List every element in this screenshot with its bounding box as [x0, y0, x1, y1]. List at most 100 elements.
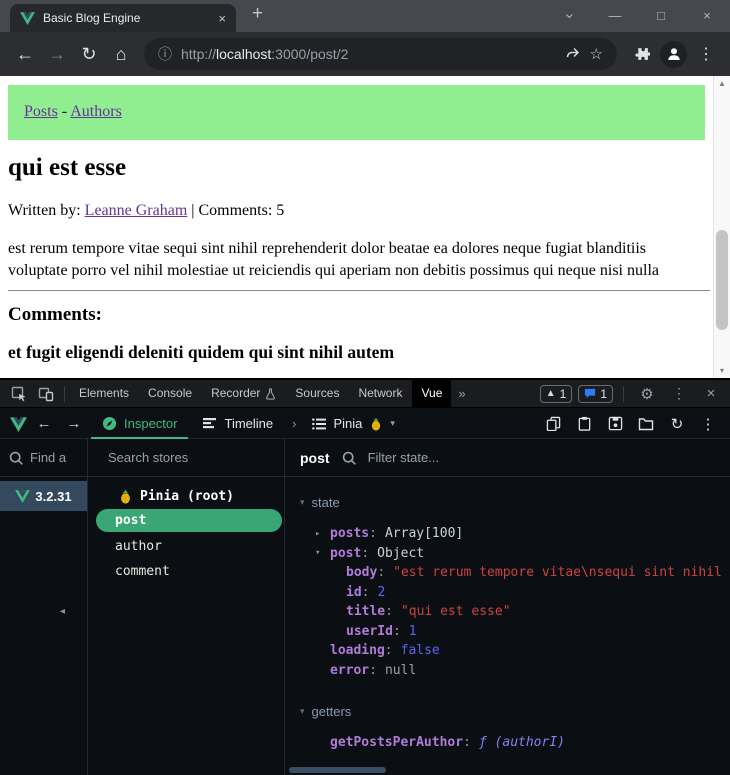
recorder-label: Recorder — [211, 380, 260, 407]
collapse-sidebar-icon[interactable]: ◂ — [60, 606, 65, 617]
plugin-picker-pinia[interactable]: Pinia ▾ — [304, 416, 402, 431]
reload-button[interactable]: ↻ — [74, 39, 104, 69]
refresh-icon[interactable]: ↻ — [665, 415, 689, 433]
store-item-author[interactable]: author — [88, 537, 284, 557]
device-toolbar-icon[interactable] — [33, 386, 59, 402]
forward-button[interactable]: → — [42, 39, 72, 69]
new-tab-button[interactable]: + — [252, 3, 263, 25]
vue-tab-inspector[interactable]: Inspector — [91, 409, 188, 439]
store-item-post-selected[interactable]: post — [96, 509, 282, 532]
caret-right-icon[interactable]: ▸ — [315, 529, 330, 539]
vue-menu-kebab-icon[interactable]: ⋮ — [696, 415, 720, 433]
devtools-close-icon[interactable]: × — [698, 385, 724, 402]
browser-tab[interactable]: Basic Blog Engine × — [10, 4, 236, 32]
stores-column: Pinia (root) post author comment — [88, 439, 285, 775]
vue-tab-timeline[interactable]: Timeline — [192, 409, 284, 439]
devtools-tab-elements[interactable]: Elements — [70, 380, 138, 407]
address-bar[interactable]: ⓘ http://localhost:3000/post/2 ☆ — [144, 38, 617, 70]
devtools-tab-recorder[interactable]: Recorder — [202, 380, 285, 407]
bookmark-star-icon[interactable]: ☆ — [590, 45, 603, 63]
caret-down-icon[interactable]: ▾ — [315, 548, 330, 558]
horizontal-scrollbar-thumb[interactable] — [289, 767, 386, 773]
find-app-input[interactable] — [30, 450, 76, 465]
page-content: Posts - Authors qui est esse Written by:… — [0, 76, 730, 378]
devtools-menu-kebab-icon[interactable]: ⋮ — [666, 385, 692, 402]
byline-prefix: Written by: — [8, 202, 85, 219]
back-button[interactable]: ← — [10, 39, 40, 69]
share-icon[interactable] — [565, 46, 581, 62]
search-stores-row[interactable] — [88, 439, 284, 477]
search-stores-input[interactable] — [108, 450, 284, 465]
vue-devtools-toolbar: ← → Inspector Timeline › Pinia ▾ — [0, 409, 730, 439]
nav-banner: Posts - Authors — [8, 85, 705, 140]
extensions-puzzle-icon[interactable] — [627, 46, 655, 63]
nav-link-authors[interactable]: Authors — [70, 103, 122, 120]
messages-badge[interactable]: 1 — [578, 385, 613, 403]
url-text[interactable]: http://localhost:3000/post/2 — [181, 46, 556, 62]
vue-back-button[interactable]: ← — [31, 415, 57, 432]
state-key: post — [330, 546, 361, 561]
scroll-down-icon[interactable]: ▾ — [714, 366, 730, 375]
warning-triangle-icon: ▲ — [546, 388, 556, 399]
inspect-element-icon[interactable] — [6, 386, 32, 402]
close-window-button[interactable]: × — [684, 0, 730, 32]
divider — [8, 290, 710, 291]
vue-version: 3.2.31 — [35, 489, 71, 504]
state-value: Object — [377, 546, 424, 561]
devtools-tab-console[interactable]: Console — [139, 380, 201, 407]
post-title: qui est esse — [8, 154, 126, 182]
store-root-pinia[interactable]: Pinia (root) — [88, 485, 284, 507]
state-key: error — [330, 663, 369, 678]
devtools-settings-gear-icon[interactable]: ⚙ — [634, 385, 660, 403]
devtools-tab-network[interactable]: Network — [349, 380, 411, 407]
profile-avatar[interactable] — [660, 41, 687, 68]
chevron-down-icon: ▾ — [390, 418, 395, 429]
getter-value: ƒ (authorI) — [479, 735, 565, 750]
store-item-comment[interactable]: comment — [88, 562, 284, 582]
app-item-vue[interactable]: 3.2.31 — [0, 481, 87, 511]
browser-menu-kebab-icon[interactable]: ⋮ — [692, 44, 720, 64]
author-link[interactable]: Leanne Graham — [85, 202, 188, 219]
vue-devtools-body: 3.2.31 ◂ Pinia (root) post author commen… — [0, 439, 730, 775]
copy-icon[interactable] — [541, 416, 565, 431]
find-app-row[interactable] — [0, 439, 87, 477]
save-icon[interactable] — [603, 416, 627, 431]
separator — [64, 386, 65, 402]
maximize-button[interactable]: □ — [638, 0, 684, 32]
getter-key: getPostsPerAuthor — [330, 735, 463, 750]
state-row-posts[interactable]: ▸ posts: Array[100] — [300, 524, 730, 544]
getter-row-getPostsPerAuthor[interactable]: getPostsPerAuthor: ƒ (authorI) — [300, 733, 730, 753]
state-row-body[interactable]: body: "est rerum tempore vitae\nsequi si… — [300, 563, 730, 583]
state-row-title[interactable]: title: "qui est esse" — [300, 602, 730, 622]
scroll-up-icon[interactable]: ▲ — [714, 79, 730, 88]
state-row-post[interactable]: ▾ post: Object — [300, 544, 730, 564]
section-state[interactable]: ▾ state — [300, 495, 730, 510]
chevron-right-icon[interactable]: › — [288, 416, 300, 431]
nav-links: Posts - Authors — [24, 103, 122, 121]
devtools-tab-sources[interactable]: Sources — [286, 380, 348, 407]
page-scrollbar[interactable]: ▲ ▾ — [713, 76, 730, 378]
state-row-id[interactable]: id: 2 — [300, 583, 730, 603]
state-row-loading[interactable]: loading: false — [300, 641, 730, 661]
state-key: loading — [330, 643, 385, 658]
devtools-tabbar-right: ▲1 1 ⚙ ⋮ × — [540, 385, 724, 403]
folder-icon[interactable] — [634, 417, 658, 431]
tab-close-icon[interactable]: × — [218, 12, 226, 25]
state-row-error[interactable]: error: null — [300, 661, 730, 681]
filter-state-input[interactable] — [368, 450, 715, 465]
home-button[interactable]: ⌂ — [106, 39, 136, 69]
vue-forward-button[interactable]: → — [61, 415, 87, 432]
scrollbar-thumb[interactable] — [716, 230, 728, 330]
more-tabs-icon[interactable]: » — [452, 386, 471, 401]
clipboard-icon[interactable] — [572, 416, 596, 431]
tab-search-icon[interactable]: › — [553, 14, 585, 19]
issues-badge[interactable]: ▲1 — [540, 385, 573, 403]
state-value: "est rerum tempore vitae\nsequi sint nih… — [393, 565, 730, 580]
section-getters[interactable]: ▾ getters — [300, 704, 730, 719]
site-info-icon[interactable]: ⓘ — [158, 44, 172, 64]
timeline-label: Timeline — [224, 416, 273, 431]
nav-link-posts[interactable]: Posts — [24, 103, 58, 120]
minimize-button[interactable]: — — [592, 0, 638, 32]
state-row-userId[interactable]: userId: 1 — [300, 622, 730, 642]
devtools-tab-vue[interactable]: Vue — [412, 380, 451, 407]
